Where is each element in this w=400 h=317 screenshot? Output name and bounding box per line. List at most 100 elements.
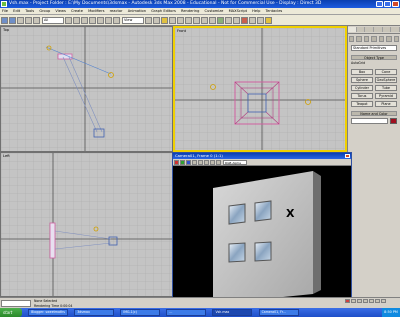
reference-coord-dropdown[interactable]: View [122,17,144,24]
render-setup-icon[interactable] [249,17,256,24]
zoom-icon[interactable] [363,299,368,303]
save-bitmap-icon[interactable] [210,160,215,165]
tab-display[interactable] [382,27,392,32]
menu-help[interactable]: Help [252,9,260,13]
taskbar-item[interactable]: Camera01, Fr... [258,309,299,316]
name-and-color-rollout[interactable]: Name and Color [351,111,397,116]
select-rotate-icon[interactable] [105,17,112,24]
percent-snap-icon[interactable] [177,17,184,24]
clear-icon[interactable] [204,160,209,165]
cylinder-button[interactable]: Cylinder [351,85,373,91]
object-name-field[interactable] [351,118,388,124]
menu-create[interactable]: Create [71,9,83,13]
taskbar-item[interactable]: Blogger: sweetmaths [28,309,69,316]
menu-edit[interactable]: Edit [13,9,20,13]
channel-display-dropdown[interactable]: RGB Alpha [223,160,247,165]
teapot-button[interactable]: Teapot [351,101,373,107]
taskbar-item[interactable]: 3dsmax [74,309,115,316]
named-selection-icon[interactable] [193,17,200,24]
pyramid-button[interactable]: Pyramid [375,93,397,99]
clone-window-icon[interactable] [216,160,221,165]
viewport-front[interactable]: Front [173,26,347,152]
selection-filter-dropdown[interactable]: All [42,17,64,24]
angle-snap-icon[interactable] [169,17,176,24]
primitive-category-dropdown[interactable]: Standard Primitives [351,45,397,51]
red-channel-icon[interactable] [174,160,179,165]
align-icon[interactable] [209,17,216,24]
window-crossing-icon[interactable] [89,17,96,24]
selection-region-icon[interactable] [81,17,88,24]
select-move-icon[interactable] [97,17,104,24]
layer-manager-icon[interactable] [217,17,224,24]
schematic-view-icon[interactable] [233,17,240,24]
lights-icon[interactable] [363,36,370,42]
shapes-icon[interactable] [356,36,362,42]
select-by-name-icon[interactable] [73,17,80,24]
menu-file[interactable]: File [2,9,8,13]
green-channel-icon[interactable] [180,160,185,165]
snaps-toggle-icon[interactable] [161,17,168,24]
select-scale-icon[interactable] [113,17,120,24]
menu-group[interactable]: Group [39,9,50,13]
tab-utilities[interactable] [391,27,400,32]
menu-maxscript[interactable]: MAXScript [229,9,247,13]
maxscript-listener-box[interactable] [1,300,31,307]
render-window-close-button[interactable] [345,154,350,158]
select-object-icon[interactable] [65,17,72,24]
plane-button[interactable]: Plane [375,101,397,107]
menu-modifiers[interactable]: Modifiers [88,9,104,13]
render-production-icon[interactable] [265,17,272,24]
undo-icon[interactable] [1,17,8,24]
cameras-icon[interactable] [371,36,377,42]
systems-icon[interactable] [393,36,399,42]
object-type-rollout[interactable]: Object Type [351,55,397,60]
rendered-frame-window-icon[interactable] [257,17,264,24]
tab-create[interactable] [348,27,357,32]
menu-tools[interactable]: Tools [25,9,34,13]
curve-editor-icon[interactable] [225,17,232,24]
menu-views[interactable]: Views [55,9,65,13]
helpers-icon[interactable] [378,36,385,42]
viewport-label-top[interactable]: Top [3,28,9,32]
orbit-icon[interactable] [375,299,380,303]
cone-button[interactable]: Cone [375,69,397,75]
pivot-center-icon[interactable] [145,17,152,24]
auto-key-button[interactable] [345,299,350,303]
object-color-swatch[interactable] [390,118,397,124]
viewport-label-front[interactable]: Front [177,29,186,33]
taskbar-item[interactable]: Vsh.max [212,309,253,316]
spinner-snap-icon[interactable] [185,17,192,24]
viewport-left[interactable]: Left [0,152,173,297]
sphere-button[interactable]: Sphere [351,77,373,83]
maximize-button[interactable] [384,1,391,7]
tab-motion[interactable] [374,27,383,32]
mirror-icon[interactable] [201,17,208,24]
viewport-label-left[interactable]: Left [3,154,10,158]
menu-customize[interactable]: Customize [205,9,224,13]
menu-tentacles[interactable]: Tentacles [266,9,283,13]
link-icon[interactable] [17,17,24,24]
monochrome-icon[interactable] [198,160,203,165]
taskbar-item[interactable]: ... [166,309,207,316]
minimize-button[interactable] [376,1,383,7]
alpha-channel-icon[interactable] [192,160,197,165]
blue-channel-icon[interactable] [186,160,191,165]
tab-modify[interactable] [356,27,366,32]
bind-space-warp-icon[interactable] [33,17,40,24]
menu-graph-editors[interactable]: Graph Editors [151,9,176,13]
close-button[interactable] [392,1,399,7]
wall-object-left[interactable] [49,222,56,259]
tab-hierarchy[interactable] [365,27,375,32]
taskbar-item[interactable]: IMG-1(c) [120,309,161,316]
unlink-icon[interactable] [25,17,32,24]
menu-reactor[interactable]: reactor [110,9,123,13]
pan-icon[interactable] [369,299,374,303]
material-editor-icon[interactable] [241,17,248,24]
viewport-top[interactable]: Top [0,26,173,152]
tube-button[interactable]: Tube [375,85,397,91]
geosphere-button[interactable]: GeoSphere [375,77,397,83]
menu-animation[interactable]: Animation [128,9,146,13]
box-button[interactable]: Box [351,69,373,75]
set-key-button[interactable] [351,299,356,303]
maximize-viewport-icon[interactable] [381,299,386,303]
